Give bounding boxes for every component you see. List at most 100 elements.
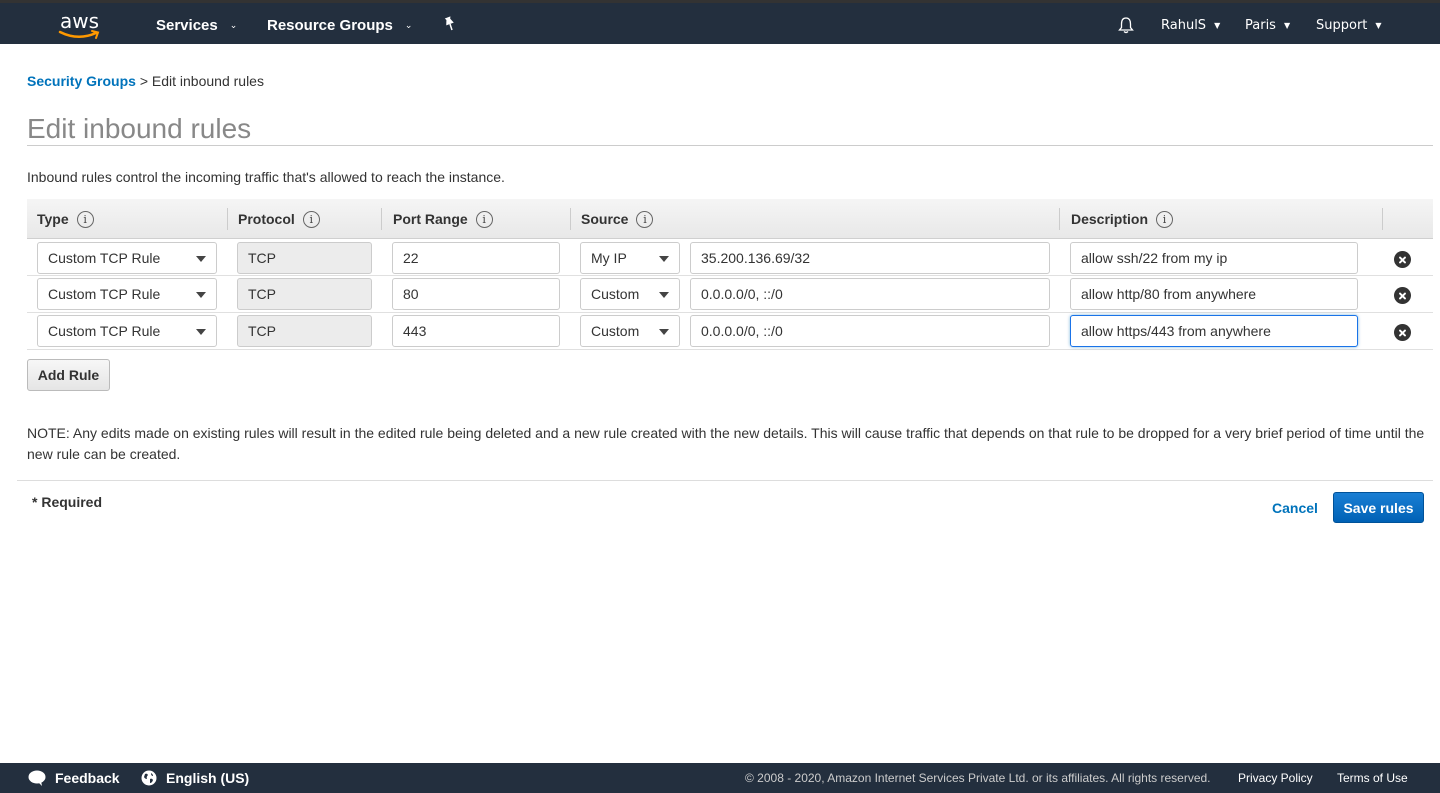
description-input[interactable]: allow ssh/22 from my ip (1070, 242, 1358, 274)
caret-down-icon (659, 292, 669, 298)
chevron-down-icon: ⌄ (229, 20, 238, 30)
info-icon[interactable]: i (636, 210, 654, 228)
top-navigation: aws Services ⌄ Resource Groups ⌄ RahulS … (0, 0, 1440, 44)
resource-groups-label: Resource Groups (267, 17, 393, 34)
region-name: Paris (1245, 18, 1276, 33)
caret-down-icon (659, 256, 669, 262)
support-label: Support (1316, 18, 1368, 33)
aws-logo[interactable]: aws (58, 9, 104, 41)
source-type-value: Custom (591, 286, 640, 302)
notifications-button[interactable] (1117, 16, 1135, 34)
header-source: Source i (581, 199, 654, 239)
protocol-value: TCP (248, 323, 276, 339)
feedback-label: Feedback (55, 770, 120, 786)
support-menu[interactable]: Support ▼ (1316, 18, 1382, 33)
type-value: Custom TCP Rule (48, 323, 161, 339)
speech-bubble-icon (28, 770, 46, 786)
user-name: RahulS (1161, 18, 1207, 33)
header-protocol-label: Protocol (238, 211, 295, 227)
page-title: Edit inbound rules (27, 113, 252, 144)
header-port-range: Port Range i (393, 199, 493, 239)
header-description: Description i (1071, 199, 1174, 239)
info-icon[interactable]: i (1156, 210, 1174, 228)
intro-text: Inbound rules control the incoming traff… (27, 169, 505, 185)
caret-down-icon (196, 256, 206, 262)
port-range-value: 22 (403, 250, 419, 266)
column-divider (570, 208, 571, 230)
type-select[interactable]: Custom TCP Rule (37, 242, 217, 274)
source-type-value: Custom (591, 323, 640, 339)
info-icon[interactable]: i (302, 210, 320, 228)
services-label: Services (156, 17, 218, 34)
column-divider (1382, 208, 1383, 230)
description-value: allow http/80 from anywhere (1081, 286, 1257, 302)
type-select[interactable]: Custom TCP Rule (37, 278, 217, 310)
info-icon[interactable]: i (475, 210, 493, 228)
breadcrumb-current: Edit inbound rules (151, 73, 264, 89)
terms-of-use-link[interactable]: Terms of Use (1337, 771, 1408, 785)
port-range-value: 80 (403, 286, 419, 302)
description-input[interactable]: allow https/443 from anywhere (1070, 315, 1358, 347)
port-range-input[interactable]: 80 (392, 278, 560, 310)
type-select[interactable]: Custom TCP Rule (37, 315, 217, 347)
port-range-input[interactable]: 22 (392, 242, 560, 274)
remove-rule-icon[interactable] (1394, 287, 1411, 304)
source-cidr-input[interactable]: 0.0.0.0/0, ::/0 (690, 278, 1050, 310)
save-rules-button[interactable]: Save rules (1333, 492, 1424, 523)
header-source-label: Source (581, 211, 629, 227)
language-selector[interactable]: English (US) (141, 770, 249, 786)
source-type-select[interactable]: Custom (580, 278, 680, 310)
header-type-label: Type (37, 211, 69, 227)
cancel-button[interactable]: Cancel (1272, 500, 1318, 516)
user-menu[interactable]: RahulS ▼ (1161, 18, 1220, 33)
header-protocol: Protocol i (238, 199, 320, 239)
header-port-range-label: Port Range (393, 211, 468, 227)
form-divider (17, 480, 1433, 481)
language-label: English (US) (166, 770, 250, 786)
table-header: Type i Protocol i Port Range i Source i … (27, 199, 1433, 239)
protocol-field: TCP (237, 242, 372, 274)
copyright-text: © 2008 - 2020, Amazon Internet Services … (745, 771, 1211, 785)
breadcrumb-security-groups-link[interactable]: Security Groups (27, 73, 136, 89)
pin-icon (444, 16, 454, 31)
footer: Feedback English (US) © 2008 - 2020, Ama… (0, 763, 1440, 793)
description-value: allow ssh/22 from my ip (1081, 250, 1228, 266)
region-menu[interactable]: Paris ▼ (1245, 18, 1290, 33)
caret-down-icon (196, 292, 206, 298)
required-label: * Required (32, 494, 103, 510)
description-input[interactable]: allow http/80 from anywhere (1070, 278, 1358, 310)
title-divider (27, 145, 1433, 146)
privacy-policy-link[interactable]: Privacy Policy (1238, 771, 1313, 785)
inbound-rules-table: Type i Protocol i Port Range i Source i … (27, 199, 1433, 350)
pin-button[interactable] (443, 16, 457, 32)
breadcrumb: Security Groups > Edit inbound rules (27, 73, 264, 89)
add-rule-button[interactable]: Add Rule (27, 359, 110, 391)
type-value: Custom TCP Rule (48, 286, 161, 302)
description-value: allow https/443 from anywhere (1081, 323, 1271, 339)
protocol-value: TCP (248, 250, 276, 266)
info-icon[interactable]: i (76, 210, 94, 228)
chevron-down-icon: ▼ (1283, 21, 1291, 30)
protocol-field: TCP (237, 278, 372, 310)
remove-rule-icon[interactable] (1394, 324, 1411, 341)
feedback-link[interactable]: Feedback (28, 770, 120, 786)
header-type: Type i (37, 199, 94, 239)
table-row: Custom TCP Rule TCP 80 Custom 0.0.0.0/0,… (27, 276, 1433, 313)
port-range-input[interactable]: 443 (392, 315, 560, 347)
services-menu[interactable]: Services ⌄ (156, 17, 237, 34)
source-cidr-input[interactable]: 0.0.0.0/0, ::/0 (690, 315, 1050, 347)
chevron-down-icon: ▼ (1214, 21, 1221, 30)
table-row: Custom TCP Rule TCP 443 Custom 0.0.0.0/0… (27, 313, 1433, 350)
source-type-select[interactable]: Custom (580, 315, 680, 347)
breadcrumb-separator: > (139, 73, 148, 89)
chevron-down-icon: ▼ (1375, 21, 1382, 30)
source-cidr-input[interactable]: 35.200.136.69/32 (690, 242, 1050, 274)
source-type-select[interactable]: My IP (580, 242, 680, 274)
header-description-label: Description (1071, 211, 1149, 227)
caret-down-icon (659, 329, 669, 335)
bell-icon (1118, 17, 1134, 34)
resource-groups-menu[interactable]: Resource Groups ⌄ (267, 17, 412, 34)
type-value: Custom TCP Rule (48, 250, 161, 266)
source-cidr-value: 0.0.0.0/0, ::/0 (701, 323, 783, 339)
remove-rule-icon[interactable] (1394, 251, 1411, 268)
